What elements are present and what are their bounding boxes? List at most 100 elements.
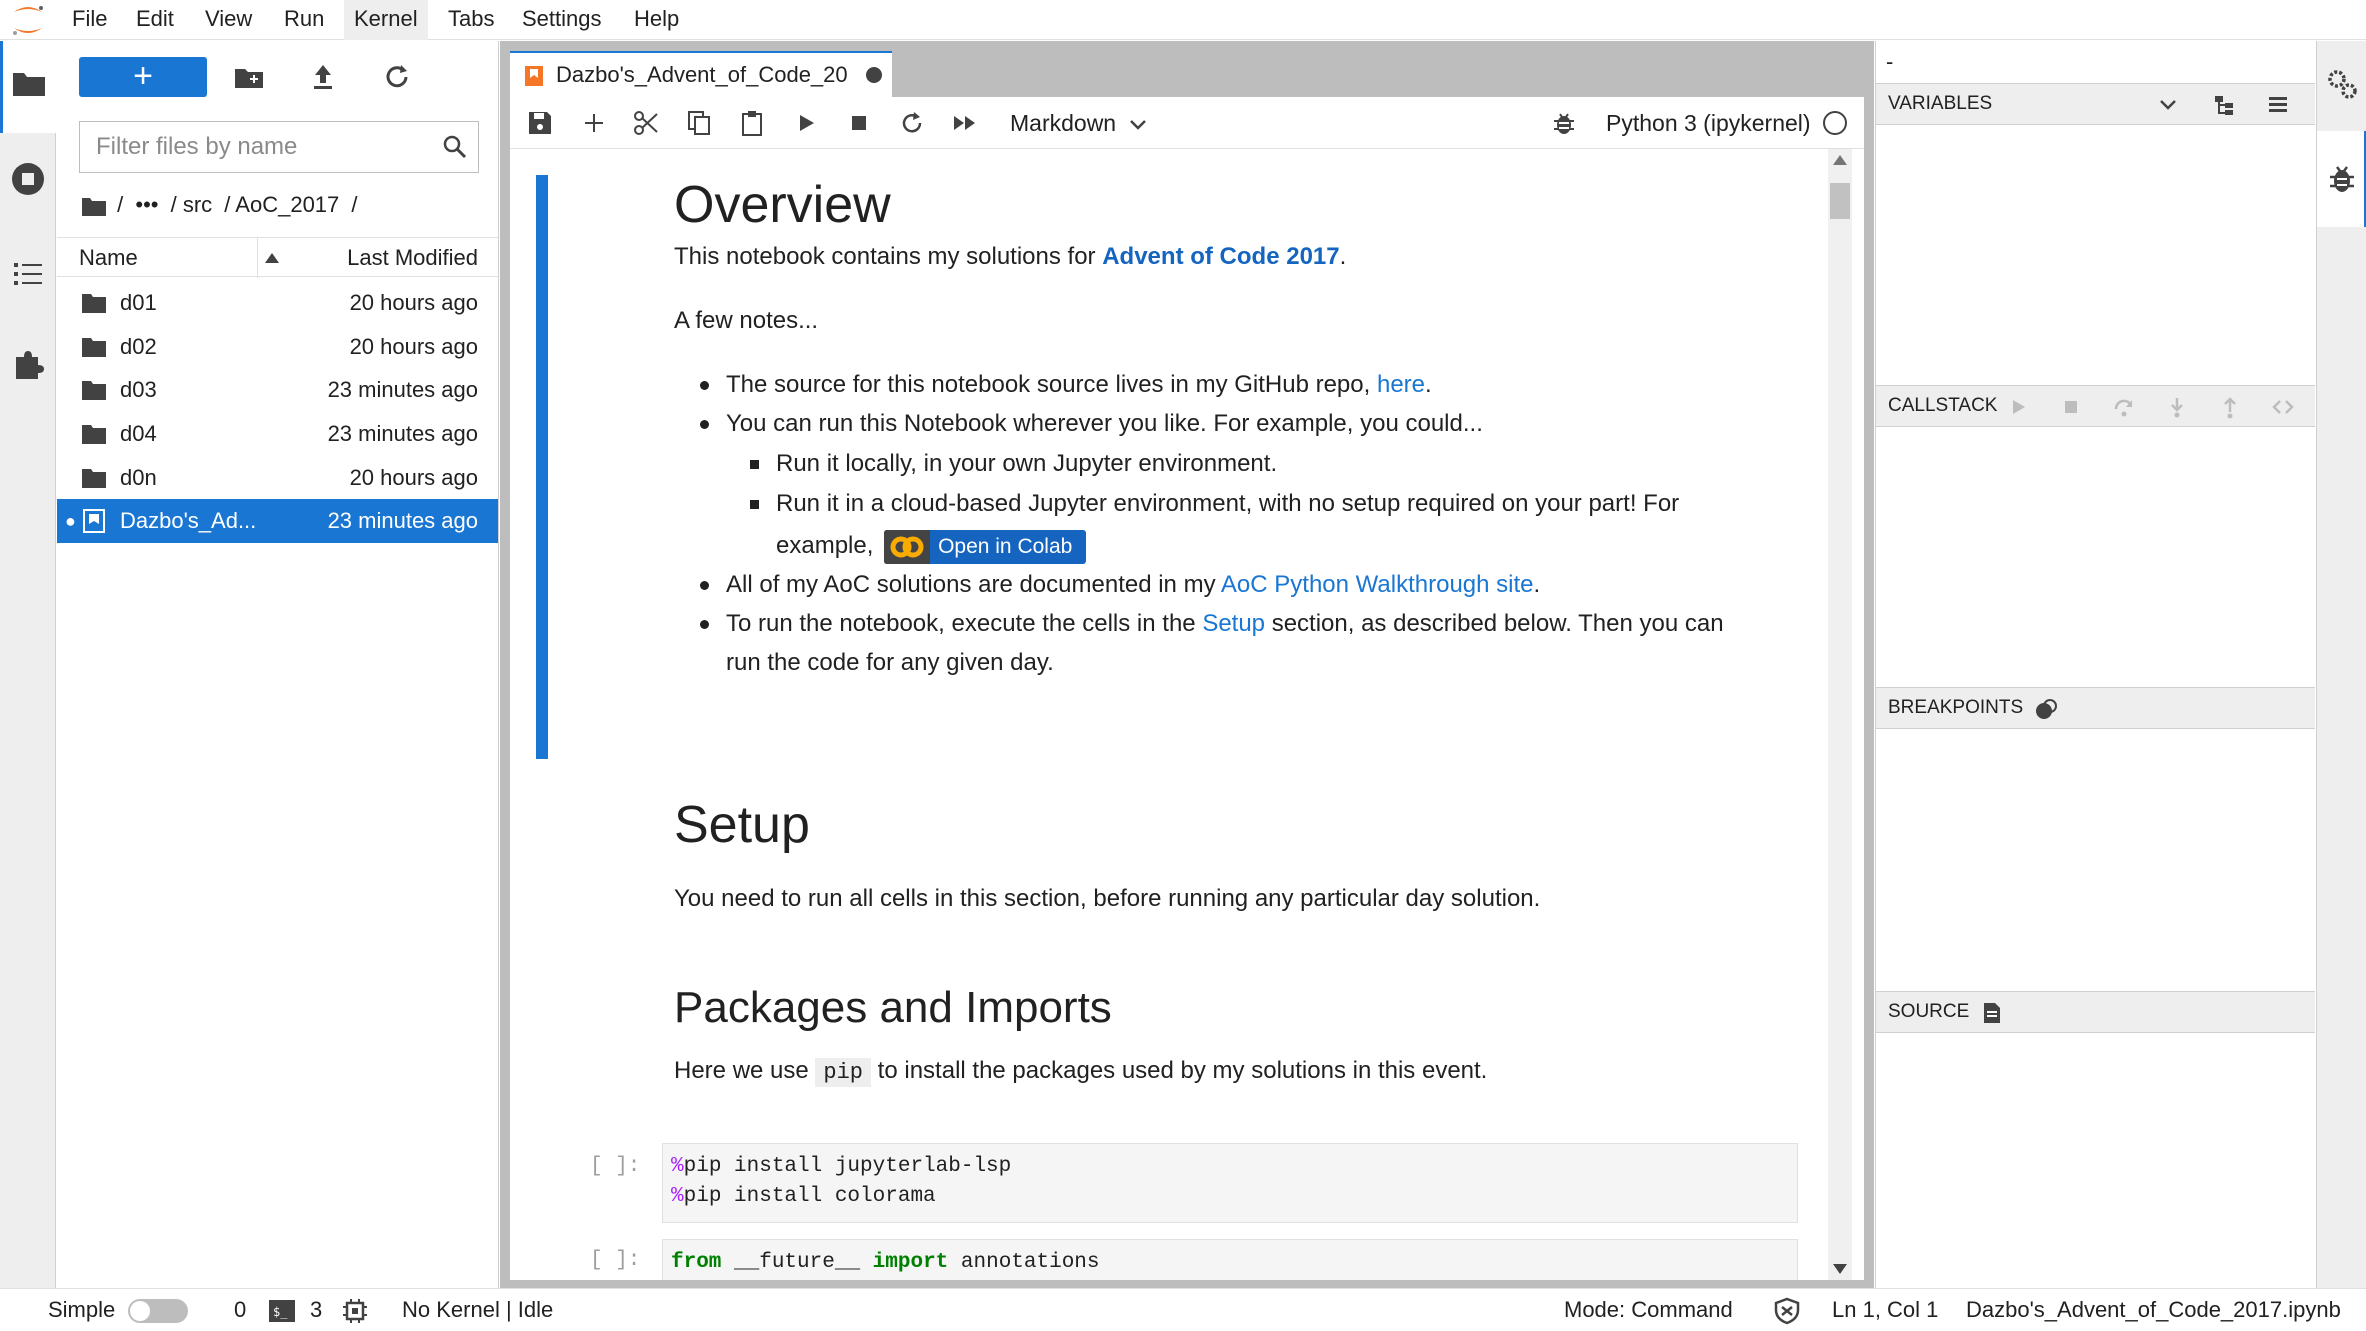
open-source-file-icon[interactable]: [1980, 1001, 2004, 1025]
breadcrumb-ellipsis[interactable]: •••: [135, 192, 158, 217]
step-over-icon[interactable]: [2112, 395, 2136, 419]
file-row-selected[interactable]: ● Dazbo's_Ad... 23 minutes ago: [57, 499, 498, 543]
extensions-puzzle-icon[interactable]: [8, 345, 48, 385]
terminal-icon[interactable]: $_: [268, 1299, 296, 1323]
column-modified-header[interactable]: Last Modified: [257, 238, 478, 278]
advent-of-code-link[interactable]: Advent of Code 2017: [1102, 243, 1339, 270]
table-of-contents-icon[interactable]: [8, 253, 48, 293]
kernel-settings-icon[interactable]: [342, 1298, 368, 1324]
variables-section-header[interactable]: VARIABLES: [1876, 83, 2315, 125]
menu-help[interactable]: Help: [624, 0, 689, 40]
sub-list-item-text: example,: [776, 532, 881, 559]
cell-prompt: [ ]:: [590, 1155, 641, 1178]
breadcrumb-root[interactable]: /: [117, 192, 123, 217]
lsp-shield-icon[interactable]: [1774, 1297, 1800, 1325]
callstack-section-header[interactable]: CALLSTACK: [1876, 385, 2315, 427]
unsaved-changes-icon[interactable]: [866, 67, 882, 83]
cut-icon[interactable]: [632, 109, 660, 137]
terminate-icon[interactable]: [2059, 395, 2083, 419]
home-folder-icon[interactable]: [81, 195, 107, 217]
table-view-icon[interactable]: [2266, 93, 2290, 117]
scrollbar-thumb[interactable]: [1830, 183, 1850, 219]
file-row[interactable]: d03 23 minutes ago: [57, 368, 498, 412]
breadcrumb: / ••• / src / AoC_2017 /: [81, 187, 364, 223]
file-name: d0n: [120, 465, 157, 490]
notebook-tab[interactable]: Dazbo's_Advent_of_Code_20: [510, 51, 892, 97]
colab-logo-icon: [884, 529, 931, 564]
interrupt-kernel-icon[interactable]: [845, 109, 873, 137]
file-row[interactable]: d01 20 hours ago: [57, 281, 498, 325]
column-name-header[interactable]: Name: [79, 238, 279, 278]
paste-icon[interactable]: [738, 109, 766, 137]
code-cell[interactable]: from __future__ import annotations: [662, 1239, 1798, 1280]
heading-overview: Overview: [674, 176, 891, 234]
restart-run-all-icon[interactable]: [951, 109, 979, 137]
menu-kernel[interactable]: Kernel: [344, 0, 428, 40]
kernel-status-text[interactable]: No Kernel | Idle: [402, 1289, 553, 1331]
packages-text-end: to install the packages used by my solut…: [871, 1057, 1488, 1084]
notebook-scrollbar[interactable]: [1828, 149, 1852, 1280]
terminal-count[interactable]: 3: [310, 1289, 322, 1331]
breakpoints-section-header[interactable]: BREAKPOINTS: [1876, 687, 2315, 729]
file-row[interactable]: d0n 20 hours ago: [57, 456, 498, 500]
walkthrough-site-link[interactable]: AoC Python Walkthrough site: [1221, 571, 1534, 598]
step-in-icon[interactable]: [2165, 395, 2189, 419]
colab-badge-label: Open in Colab: [938, 534, 1073, 558]
breadcrumb-src[interactable]: / src: [171, 192, 213, 217]
refresh-icon[interactable]: [377, 57, 417, 97]
chevron-down-icon[interactable]: [2156, 93, 2180, 117]
restart-kernel-icon[interactable]: [898, 109, 926, 137]
evaluate-code-icon[interactable]: [2271, 395, 2295, 419]
list-item-text-mid: section, as described below. Then you ca…: [1265, 610, 1724, 637]
new-launcher-button[interactable]: +: [79, 57, 207, 97]
running-kernels-icon[interactable]: [8, 159, 48, 199]
menu-file[interactable]: File: [62, 0, 117, 40]
list-item-continued: run the code for any given day.: [726, 649, 1054, 676]
menu-view[interactable]: View: [195, 0, 262, 40]
step-out-icon[interactable]: [2218, 395, 2242, 419]
active-cell-indicator[interactable]: [536, 175, 548, 759]
file-name: Dazbo's_Ad...: [120, 508, 257, 533]
cursor-position[interactable]: Ln 1, Col 1: [1832, 1289, 1938, 1331]
continue-icon[interactable]: [2006, 395, 2030, 419]
tree-view-icon[interactable]: [2212, 93, 2236, 117]
mode-indicator[interactable]: Mode: Command: [1564, 1289, 1733, 1331]
menu-tabs[interactable]: Tabs: [438, 0, 504, 40]
github-repo-link[interactable]: here: [1377, 371, 1425, 398]
file-row[interactable]: d04 23 minutes ago: [57, 412, 498, 456]
run-cell-icon[interactable]: [792, 109, 820, 137]
file-row[interactable]: d02 20 hours ago: [57, 325, 498, 369]
menu-settings[interactable]: Settings: [512, 0, 612, 40]
list-item-text: You can run this Notebook wherever you l…: [726, 410, 1483, 437]
column-name-label: Name: [79, 245, 138, 270]
open-in-colab-badge[interactable]: Open in Colab: [884, 529, 1087, 564]
source-section-header[interactable]: SOURCE: [1876, 991, 2315, 1033]
simple-mode-toggle[interactable]: [128, 1299, 188, 1323]
running-indicator-icon: ●: [65, 511, 76, 531]
setup-paragraph: You need to run all cells in this sectio…: [674, 885, 1541, 912]
intro-paragraph: This notebook contains my solutions for …: [674, 239, 1346, 275]
kernel-count[interactable]: 0: [234, 1289, 246, 1331]
breadcrumb-aoc2017[interactable]: / AoC_2017: [224, 192, 339, 217]
remove-breakpoints-icon[interactable]: [2034, 697, 2058, 721]
upload-icon[interactable]: [303, 57, 343, 97]
intro-text: This notebook contains my solutions for: [674, 243, 1103, 270]
cell-type-select[interactable]: Markdown: [1010, 105, 1147, 141]
menu-run[interactable]: Run: [274, 0, 334, 40]
scroll-down-arrow-icon[interactable]: [1833, 1264, 1847, 1274]
kernel-name-button[interactable]: Python 3 (ipykernel): [1606, 105, 1811, 141]
debugger-tab[interactable]: [2317, 131, 2366, 227]
new-folder-icon[interactable]: [229, 57, 269, 97]
menu-edit[interactable]: Edit: [126, 0, 184, 40]
save-icon[interactable]: [526, 109, 554, 137]
code-cell[interactable]: %pip install jupyterlab-lsp %pip install…: [662, 1143, 1798, 1223]
add-cell-icon[interactable]: [580, 109, 608, 137]
file-browser-tab[interactable]: [0, 41, 56, 133]
property-inspector-gears-icon[interactable]: [2325, 67, 2359, 101]
file-modified: 23 minutes ago: [327, 508, 478, 533]
copy-icon[interactable]: [685, 109, 713, 137]
filter-input[interactable]: [80, 122, 420, 172]
debugger-bug-icon[interactable]: [1550, 109, 1578, 137]
setup-section-link[interactable]: Setup: [1202, 610, 1265, 637]
scroll-up-arrow-icon[interactable]: [1833, 155, 1847, 165]
